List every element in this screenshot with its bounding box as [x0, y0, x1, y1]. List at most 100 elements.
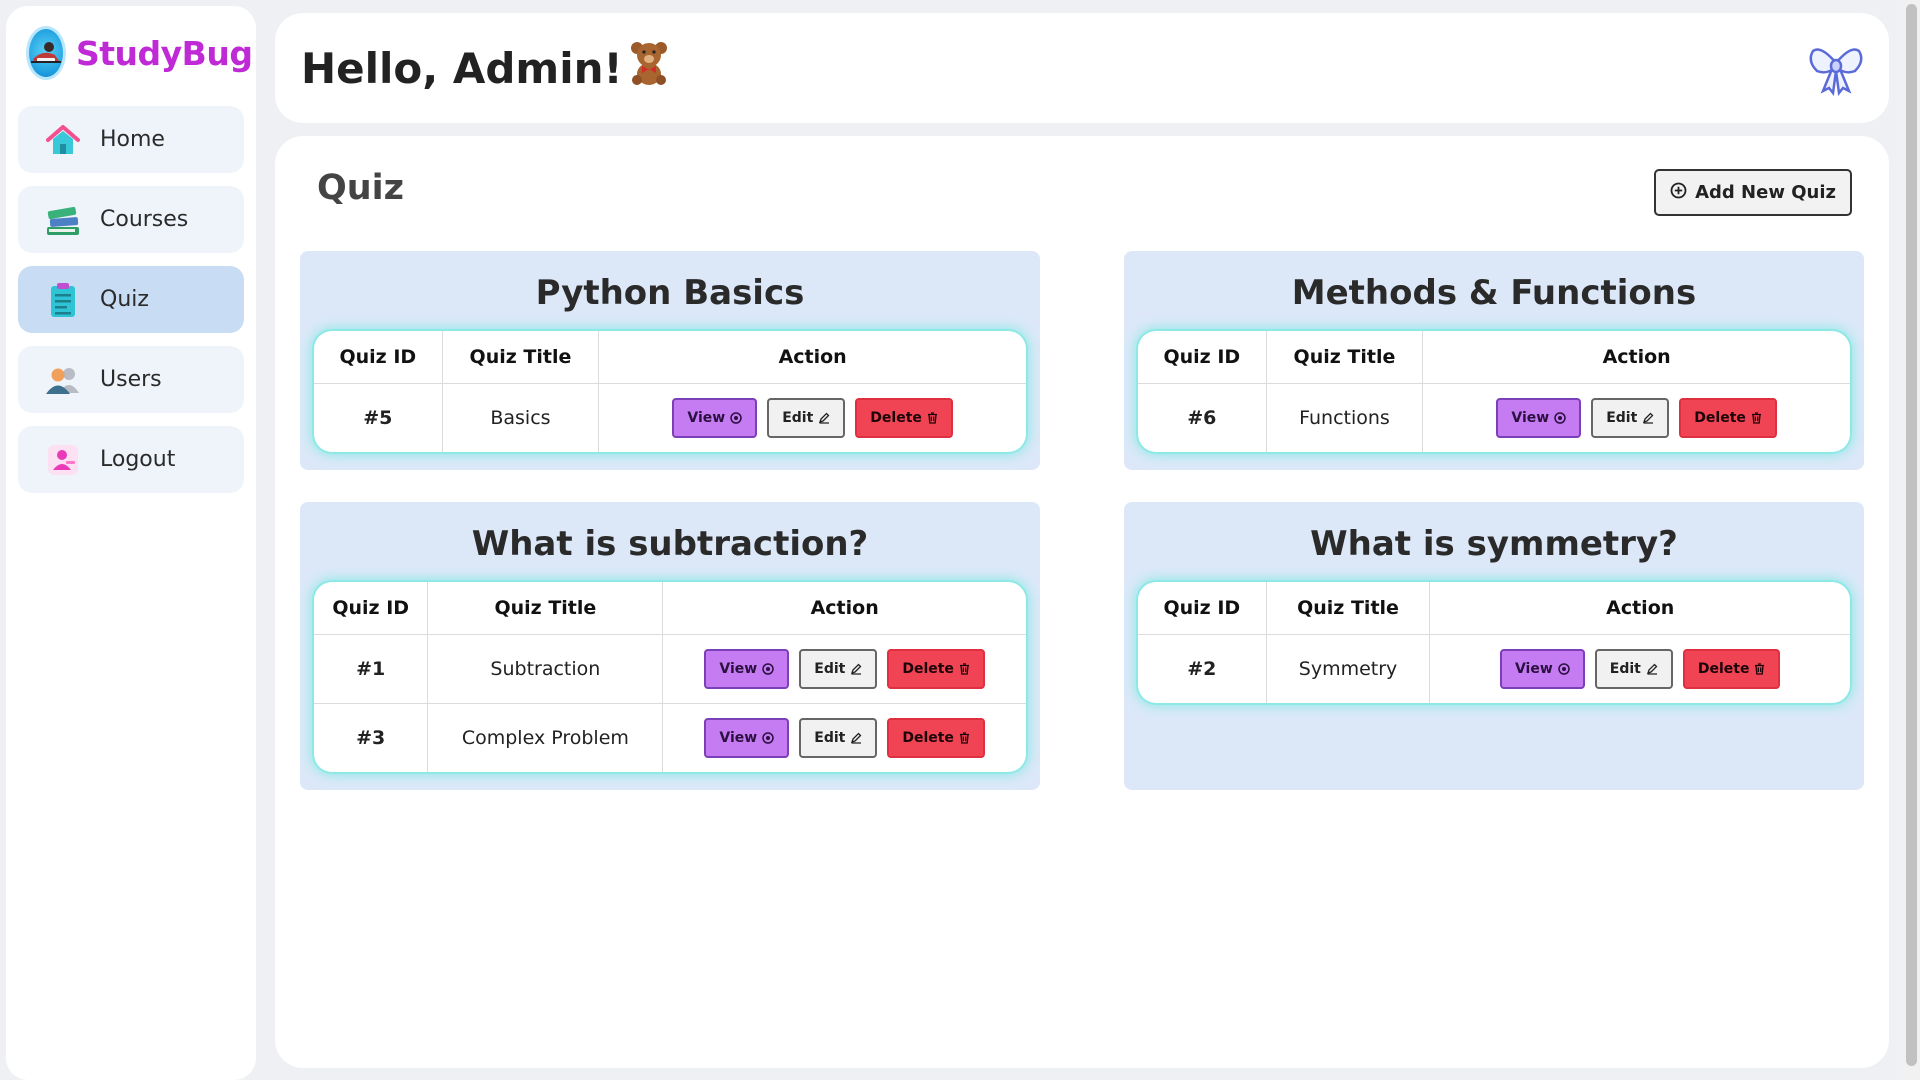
brand-name: StudyBug — [76, 33, 253, 73]
quiz-title-cell: Basics — [442, 382, 600, 452]
table-header-row: Quiz ID Quiz Title Action — [314, 331, 1026, 384]
column-header-action: Action — [598, 331, 1026, 384]
card-title: Methods & Functions — [1291, 273, 1697, 313]
delete-button[interactable]: Delete — [1682, 648, 1781, 689]
quiz-card: What is symmetry? Quiz ID Quiz Title Act… — [1124, 502, 1864, 790]
view-button[interactable]: View — [672, 397, 758, 438]
quiz-id-cell: #2 — [1138, 633, 1267, 703]
column-header-quiz-title: Quiz Title — [442, 331, 600, 384]
sidebar-item-quiz[interactable]: Quiz — [18, 266, 244, 333]
edit-button[interactable]: Edit — [799, 717, 878, 758]
edit-label: Edit — [1609, 660, 1641, 677]
trash-icon — [1754, 663, 1765, 675]
quiz-title-cell: Symmetry — [1266, 633, 1431, 703]
delete-button[interactable]: Delete — [887, 717, 985, 758]
users-icon — [44, 361, 82, 399]
action-cell: View Edit Delete — [598, 382, 1026, 452]
quiz-card: Python Basics Quiz ID Quiz Title Action … — [300, 251, 1040, 470]
view-label: View — [719, 729, 758, 746]
quiz-table: Quiz ID Quiz Title Action #1 Subtraction… — [314, 582, 1026, 772]
view-button[interactable]: View — [704, 717, 790, 758]
column-header-quiz-id: Quiz ID — [1138, 582, 1267, 635]
sidebar-item-label: Courses — [100, 207, 189, 232]
bow-icon — [1807, 39, 1865, 97]
delete-label: Delete — [902, 729, 954, 746]
page-title: Quiz — [317, 168, 405, 208]
books-icon — [44, 201, 82, 239]
quiz-card: What is subtraction? Quiz ID Quiz Title … — [300, 502, 1040, 790]
column-header-quiz-id: Quiz ID — [314, 582, 429, 635]
sidebar-item-courses[interactable]: Courses — [18, 186, 244, 253]
eye-circle-icon — [762, 662, 774, 675]
view-label: View — [1511, 409, 1550, 426]
delete-label: Delete — [902, 660, 954, 677]
edit-label: Edit — [782, 409, 814, 426]
delete-button[interactable]: Delete — [887, 648, 985, 689]
sidebar-nav: Home Courses Quiz Users Logout — [18, 106, 244, 493]
card-title: Python Basics — [535, 273, 805, 313]
action-cell: View Edit Delete — [662, 702, 1026, 772]
clipboard-icon — [44, 281, 82, 319]
view-button[interactable]: View — [704, 648, 790, 689]
card-title: What is symmetry? — [1310, 524, 1678, 564]
delete-label: Delete — [1697, 660, 1750, 677]
column-header-quiz-id: Quiz ID — [1138, 331, 1267, 384]
delete-button[interactable]: Delete — [1679, 397, 1777, 438]
pencil-icon — [1646, 663, 1658, 675]
page-scrollbar[interactable] — [1903, 0, 1920, 1080]
edit-button[interactable]: Edit — [799, 648, 878, 689]
view-button[interactable]: View — [1499, 648, 1585, 689]
quiz-title-cell: Subtraction — [427, 633, 664, 703]
edit-button[interactable]: Edit — [1594, 648, 1673, 689]
card-title: What is subtraction? — [471, 524, 869, 564]
teddy-bear-icon — [627, 40, 671, 96]
eye-circle-icon — [1558, 663, 1570, 675]
logout-user-icon — [44, 441, 82, 479]
top-header: Hello, Admin! — [275, 13, 1889, 123]
scrollbar-thumb[interactable] — [1906, 4, 1917, 1066]
table-header-row: Quiz ID Quiz Title Action — [1138, 331, 1850, 384]
pencil-icon — [818, 412, 830, 424]
view-label: View — [1514, 660, 1553, 677]
table-row: #1 Subtraction View Edit Delete — [314, 633, 1026, 703]
edit-button[interactable]: Edit — [767, 397, 846, 438]
add-new-quiz-label: Add New Quiz — [1695, 182, 1836, 203]
column-header-action: Action — [1422, 331, 1850, 384]
view-label: View — [687, 409, 726, 426]
action-cell: View Edit Delete — [1429, 633, 1850, 703]
quiz-grid: Python Basics Quiz ID Quiz Title Action … — [300, 251, 1864, 790]
greeting-text: Hello, Admin! — [301, 43, 623, 93]
table-row: #2 Symmetry View Edit Delete — [1138, 633, 1850, 703]
column-header-quiz-title: Quiz Title — [1266, 582, 1431, 635]
eye-circle-icon — [730, 412, 742, 424]
main-panel: Quiz Add New Quiz Python Basics Quiz ID … — [275, 136, 1889, 1068]
trash-icon — [959, 732, 970, 744]
brand[interactable]: StudyBug — [18, 20, 253, 86]
add-new-quiz-button[interactable]: Add New Quiz — [1654, 169, 1852, 216]
quiz-table: Quiz ID Quiz Title Action #6 Functions V… — [1138, 331, 1850, 452]
table-row: #6 Functions View Edit Delete — [1138, 382, 1850, 452]
quiz-id-cell: #6 — [1138, 382, 1267, 452]
edit-button[interactable]: Edit — [1591, 397, 1670, 438]
delete-button[interactable]: Delete — [855, 397, 953, 438]
sidebar: StudyBug Home Courses Quiz Users Logout — [6, 6, 256, 1080]
table-row: #5 Basics View Edit Delete — [314, 382, 1026, 452]
quiz-card: Methods & Functions Quiz ID Quiz Title A… — [1124, 251, 1864, 470]
table-header-row: Quiz ID Quiz Title Action — [314, 582, 1026, 635]
sidebar-item-label: Quiz — [100, 287, 149, 312]
column-header-quiz-title: Quiz Title — [427, 582, 664, 635]
table-row: #3 Complex Problem View Edit Delete — [314, 702, 1026, 772]
quiz-title-cell: Functions — [1266, 382, 1424, 452]
column-header-action: Action — [662, 582, 1026, 635]
view-button[interactable]: View — [1496, 397, 1582, 438]
person-reading-logo-icon — [26, 26, 66, 80]
sidebar-item-home[interactable]: Home — [18, 106, 244, 173]
sidebar-item-label: Home — [100, 127, 165, 152]
quiz-id-cell: #3 — [314, 702, 429, 772]
sidebar-item-users[interactable]: Users — [18, 346, 244, 413]
sidebar-item-logout[interactable]: Logout — [18, 426, 244, 493]
quiz-id-cell: #1 — [314, 633, 429, 703]
column-header-quiz-id: Quiz ID — [314, 331, 443, 384]
trash-icon — [959, 662, 970, 675]
edit-label: Edit — [814, 729, 846, 746]
